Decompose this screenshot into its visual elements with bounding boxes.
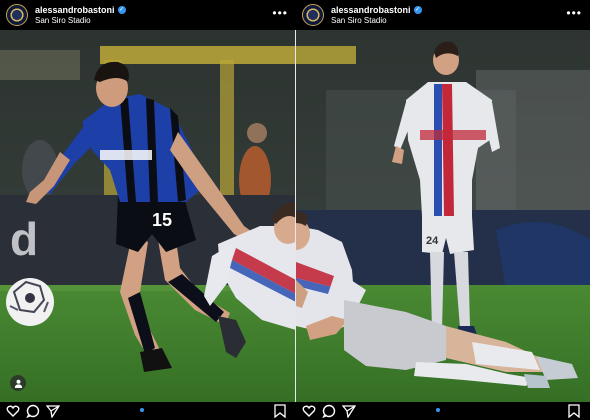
post-header: alessandrobastoni ✓ San Siro Stadio ••• (0, 0, 296, 30)
post-actions-bar (0, 402, 296, 420)
username-row: alessandrobastoni ✓ (35, 5, 126, 15)
shirt-number: 24 (426, 235, 439, 247)
person-icon (14, 379, 22, 388)
instagram-carousel-screenshot: alessandrobastoni ✓ San Siro Stadio ••• (0, 0, 590, 420)
profile-avatar[interactable] (6, 4, 28, 26)
post-photo[interactable]: 24 (296, 30, 590, 402)
post-left: alessandrobastoni ✓ San Siro Stadio ••• (0, 0, 296, 420)
share-icon[interactable] (342, 404, 356, 418)
football-photo-right: 24 (296, 30, 590, 402)
post-user-info: alessandrobastoni ✓ San Siro Stadio (35, 5, 126, 25)
user-tag-button[interactable] (10, 375, 26, 391)
username-row: alessandrobastoni ✓ (331, 5, 422, 15)
bookmark-icon[interactable] (568, 404, 580, 420)
verified-badge-icon: ✓ (413, 6, 422, 15)
post-actions-bar (296, 402, 590, 420)
svg-text:d: d (10, 213, 38, 265)
panel-divider (295, 30, 296, 402)
more-horizontal-icon[interactable]: ••• (566, 7, 582, 19)
carousel-indicator (436, 408, 440, 412)
football-photo-left: d 15 (0, 30, 296, 402)
comment-icon[interactable] (322, 404, 336, 418)
post-right: alessandrobastoni ✓ San Siro Stadio ••• (296, 0, 590, 420)
heart-icon[interactable] (302, 404, 316, 418)
profile-avatar[interactable] (302, 4, 324, 26)
location-label[interactable]: San Siro Stadio (331, 16, 422, 25)
verified-badge-icon: ✓ (117, 6, 126, 15)
carousel-indicator (140, 408, 144, 412)
username[interactable]: alessandrobastoni (35, 5, 115, 15)
more-horizontal-icon[interactable]: ••• (272, 7, 288, 19)
shirt-number: 15 (152, 210, 172, 230)
comment-icon[interactable] (26, 404, 40, 418)
heart-icon[interactable] (6, 404, 20, 418)
post-header: alessandrobastoni ✓ San Siro Stadio ••• (296, 0, 590, 30)
bookmark-icon[interactable] (274, 404, 286, 420)
post-user-info: alessandrobastoni ✓ San Siro Stadio (331, 5, 422, 25)
username[interactable]: alessandrobastoni (331, 5, 411, 15)
share-icon[interactable] (46, 404, 60, 418)
location-label[interactable]: San Siro Stadio (35, 16, 126, 25)
post-photo[interactable]: d 15 (0, 30, 296, 402)
